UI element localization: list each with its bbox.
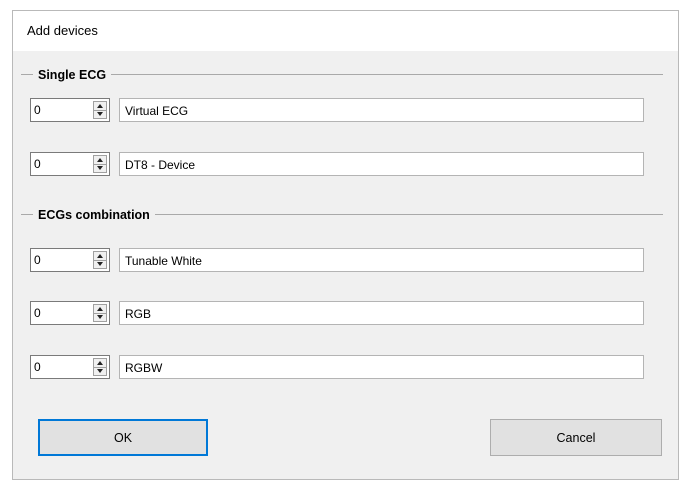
spin-down-button[interactable]	[94, 164, 106, 172]
cancel-button[interactable]: Cancel	[490, 419, 662, 456]
arrow-up-icon	[97, 361, 103, 365]
spin-down-button[interactable]	[94, 110, 106, 118]
spin-down-button[interactable]	[94, 260, 106, 268]
device-row-tunable-white: 0 Tunable White	[30, 248, 644, 272]
device-name: Virtual ECG	[125, 104, 189, 118]
device-name-field[interactable]: Tunable White	[119, 248, 644, 272]
dialog-title: Add devices	[27, 23, 98, 38]
arrow-up-icon	[97, 158, 103, 162]
arrow-down-icon	[97, 315, 103, 319]
device-row-rgbw: 0 RGBW	[30, 355, 644, 379]
group-ecgs-combination: ECGs combination	[21, 207, 663, 223]
device-name: DT8 - Device	[125, 158, 196, 172]
count-value[interactable]: 0	[34, 157, 41, 171]
device-name-field[interactable]: RGBW	[119, 355, 644, 379]
count-value[interactable]: 0	[34, 306, 41, 320]
device-name-field[interactable]: RGB	[119, 301, 644, 325]
add-devices-dialog: Add devices Single ECG 0 Virtual ECG 0 D…	[12, 10, 679, 480]
spinner-buttons	[93, 101, 107, 119]
count-spinner[interactable]: 0	[30, 355, 110, 379]
count-spinner[interactable]: 0	[30, 152, 110, 176]
group-legend-single-ecg: Single ECG	[33, 67, 112, 83]
spinner-buttons	[93, 251, 107, 269]
arrow-down-icon	[97, 369, 103, 373]
group-single-ecg: Single ECG	[21, 67, 663, 83]
title-bar: Add devices	[13, 11, 678, 51]
device-name: Tunable White	[125, 254, 202, 268]
arrow-up-icon	[97, 307, 103, 311]
spinner-buttons	[93, 358, 107, 376]
group-legend-ecgs-combination: ECGs combination	[33, 207, 155, 223]
device-name: RGBW	[125, 361, 163, 375]
spin-down-button[interactable]	[94, 313, 106, 321]
count-value[interactable]: 0	[34, 103, 41, 117]
group-divider	[21, 74, 663, 75]
count-value[interactable]: 0	[34, 253, 41, 267]
device-row-rgb: 0 RGB	[30, 301, 644, 325]
ok-button[interactable]: OK	[38, 419, 208, 456]
spinner-buttons	[93, 155, 107, 173]
arrow-down-icon	[97, 262, 103, 266]
arrow-up-icon	[97, 104, 103, 108]
arrow-down-icon	[97, 112, 103, 116]
arrow-up-icon	[97, 254, 103, 258]
device-row-dt8-device: 0 DT8 - Device	[30, 152, 644, 176]
count-value[interactable]: 0	[34, 360, 41, 374]
count-spinner[interactable]: 0	[30, 98, 110, 122]
device-name-field[interactable]: DT8 - Device	[119, 152, 644, 176]
device-name: RGB	[125, 307, 152, 321]
device-row-virtual-ecg: 0 Virtual ECG	[30, 98, 644, 122]
spinner-buttons	[93, 304, 107, 322]
arrow-down-icon	[97, 166, 103, 170]
spin-down-button[interactable]	[94, 367, 106, 375]
device-name-field[interactable]: Virtual ECG	[119, 98, 644, 122]
count-spinner[interactable]: 0	[30, 248, 110, 272]
count-spinner[interactable]: 0	[30, 301, 110, 325]
